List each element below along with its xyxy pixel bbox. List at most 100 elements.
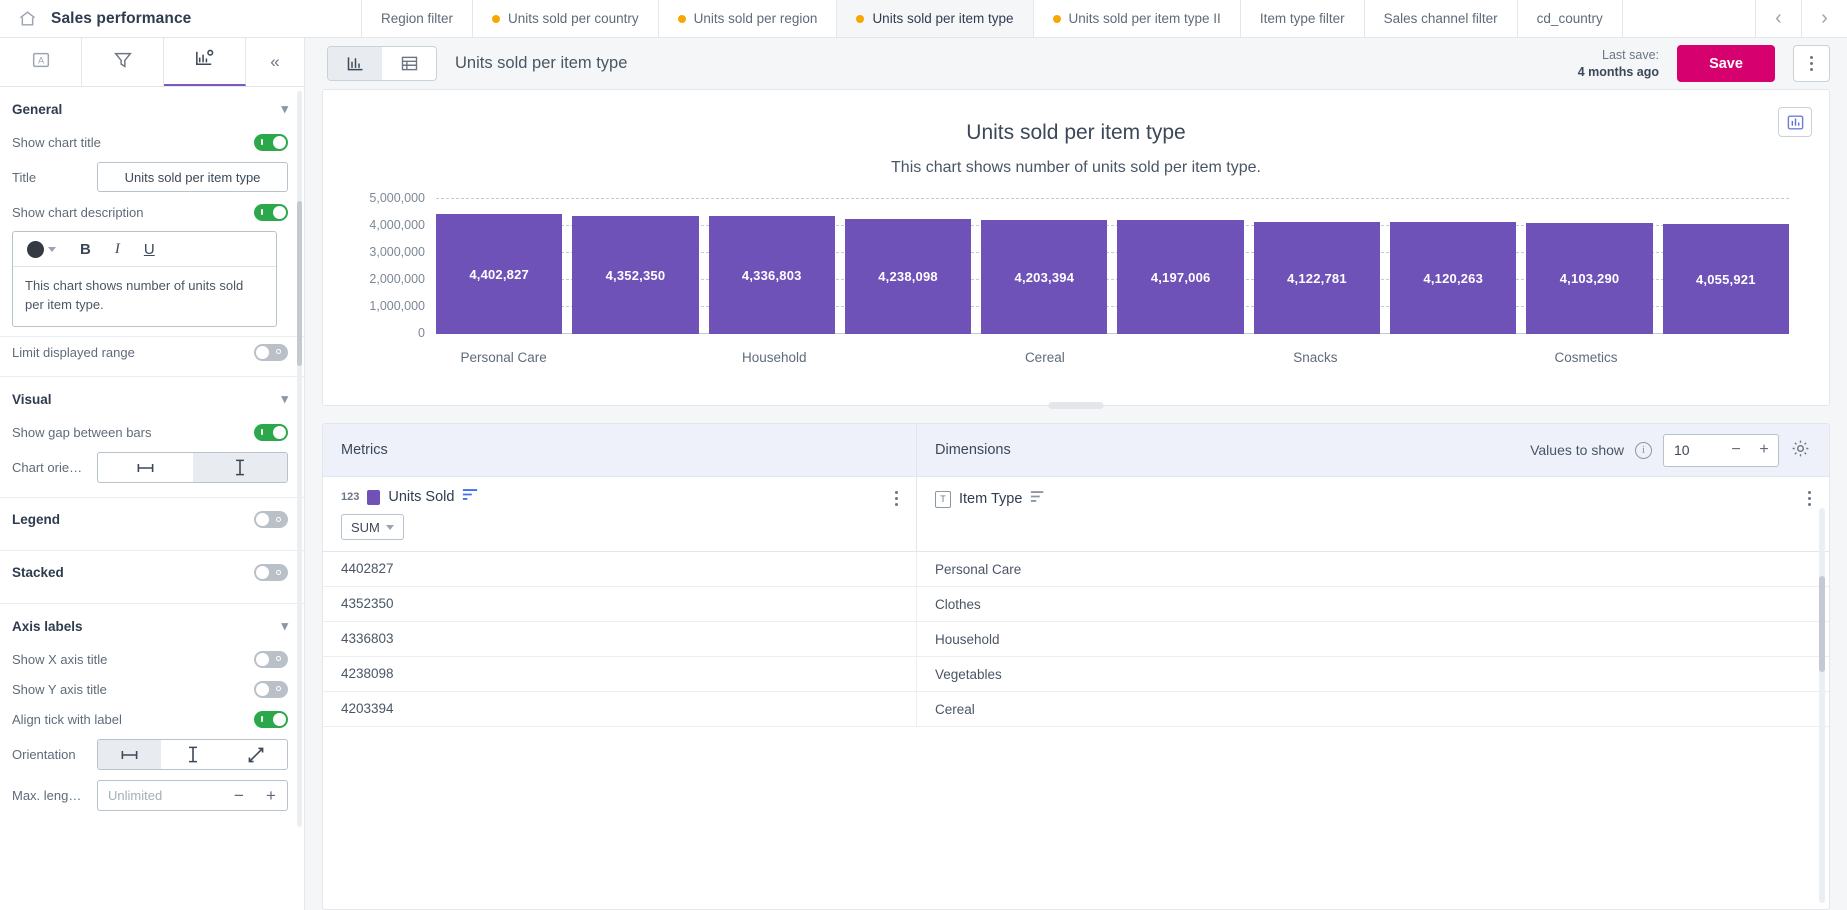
tab-cd-country[interactable]: cd_country: [1518, 0, 1623, 37]
aggregation-dropdown[interactable]: SUM: [341, 514, 404, 540]
orientation-horizontal-option[interactable]: [98, 453, 193, 482]
table-view-button[interactable]: [382, 47, 436, 80]
gear-icon[interactable]: [1790, 438, 1811, 462]
max-length-increment[interactable]: +: [255, 786, 287, 806]
show-chart-description-toggle[interactable]: [254, 204, 288, 221]
view-mode-segmented[interactable]: [327, 46, 437, 81]
bar-value-label: 4,203,394: [1015, 270, 1075, 285]
align-tick-toggle[interactable]: [254, 711, 288, 728]
bar[interactable]: 4,352,350: [572, 216, 698, 334]
x-tick-label: [1654, 350, 1789, 365]
legend-toggle[interactable]: [254, 511, 288, 528]
table-row[interactable]: 4203394 Cereal: [323, 692, 1829, 727]
metric-options-button[interactable]: [895, 491, 898, 506]
limit-displayed-range-toggle[interactable]: [254, 344, 288, 361]
tab-units-sold-per-item-type[interactable]: Units sold per item type: [837, 0, 1033, 37]
chart-orientation-segmented[interactable]: [97, 452, 288, 483]
more-options-button[interactable]: [1793, 45, 1830, 82]
table-row[interactable]: 4402827 Personal Care: [323, 552, 1829, 587]
tab-item-type-filter[interactable]: Item type filter: [1241, 0, 1365, 37]
italic-button[interactable]: I: [115, 241, 120, 258]
show-gap-toggle[interactable]: [254, 424, 288, 441]
tab-units-sold-per-country[interactable]: Units sold per country: [473, 0, 659, 37]
bold-button[interactable]: B: [80, 241, 91, 258]
dimension-field[interactable]: T Item Type: [935, 490, 1811, 508]
sidebar-scrollbar-thumb[interactable]: [297, 201, 302, 366]
bar[interactable]: 4,402,827: [436, 214, 562, 334]
cell-metric: 4238098: [323, 657, 917, 692]
bar-value-label: 4,120,263: [1423, 271, 1483, 286]
bar[interactable]: 4,336,803: [709, 216, 835, 334]
chart-type-badge[interactable]: [1778, 107, 1812, 137]
info-icon[interactable]: i: [1635, 442, 1652, 459]
sort-icon[interactable]: [1030, 490, 1046, 508]
stacked-toggle[interactable]: [254, 564, 288, 581]
sidebar-scrollbar[interactable]: [297, 91, 302, 827]
values-to-show-decrement[interactable]: −: [1722, 441, 1750, 459]
editor-toolbar: B I U: [13, 232, 276, 267]
tab-sales-channel-filter[interactable]: Sales channel filter: [1365, 0, 1518, 37]
orientation-vertical-option[interactable]: [193, 453, 288, 482]
tab-region-filter[interactable]: Region filter: [362, 0, 473, 37]
resize-handle[interactable]: [1049, 402, 1104, 409]
data-panel-scrollbar-thumb[interactable]: [1819, 576, 1825, 672]
bar[interactable]: 4,120,263: [1390, 222, 1516, 334]
row-stacked: Stacked: [0, 551, 304, 594]
values-to-show-input[interactable]: 10: [1664, 442, 1722, 458]
tab-label: Units sold per region: [694, 11, 818, 26]
section-visual[interactable]: Visual ▾: [0, 377, 304, 417]
axis-orientation-diagonal-option[interactable]: [224, 740, 287, 769]
chart-title-input[interactable]: Units sold per item type: [97, 162, 288, 192]
tab-units-sold-per-region[interactable]: Units sold per region: [659, 0, 838, 37]
section-general[interactable]: General ▾: [0, 87, 304, 127]
bar[interactable]: 4,122,781: [1254, 222, 1380, 334]
axis-orientation-horizontal-option[interactable]: [98, 740, 161, 769]
table-row[interactable]: 4238098 Vegetables: [323, 657, 1829, 692]
metric-field[interactable]: 123 Units Sold: [341, 488, 898, 506]
bar[interactable]: 4,203,394: [981, 220, 1107, 334]
main-toolbar: Units sold per item type Last save: 4 mo…: [305, 38, 1847, 89]
bar[interactable]: 4,103,290: [1526, 223, 1652, 334]
max-length-decrement[interactable]: −: [223, 786, 255, 806]
metric-name: Units Sold: [388, 489, 454, 505]
bar[interactable]: 4,197,006: [1117, 220, 1243, 334]
max-length-input[interactable]: Unlimited: [98, 788, 223, 803]
table-row[interactable]: 4352350 Clothes: [323, 587, 1829, 622]
save-button[interactable]: Save: [1677, 45, 1775, 82]
sidebar-tab-filter[interactable]: [82, 38, 164, 86]
description-text[interactable]: This chart shows number of units sold pe…: [13, 267, 276, 326]
description-editor[interactable]: B I U This chart shows number of units s…: [12, 231, 277, 327]
underline-button[interactable]: U: [144, 241, 155, 258]
dimension-options-button[interactable]: [1808, 491, 1811, 506]
bar[interactable]: 4,055,921: [1663, 224, 1789, 334]
sidebar-tab-text[interactable]: A: [0, 38, 82, 86]
values-to-show-increment[interactable]: +: [1750, 441, 1778, 459]
tabs-next-button[interactable]: ›: [1801, 0, 1847, 37]
sidebar-collapse-button[interactable]: «: [246, 38, 304, 86]
show-x-axis-title-toggle[interactable]: [254, 651, 288, 668]
chevron-down-icon: [48, 247, 56, 252]
chart-view-button[interactable]: [328, 47, 382, 80]
data-panel-scrollbar[interactable]: [1819, 508, 1825, 903]
sort-icon[interactable]: [462, 488, 478, 506]
tabs-prev-button[interactable]: ‹: [1755, 0, 1801, 37]
section-axis-labels[interactable]: Axis labels ▾: [0, 604, 304, 644]
tab-label: Units sold per item type II: [1069, 11, 1221, 26]
show-chart-title-toggle[interactable]: [254, 134, 288, 151]
text-color-picker[interactable]: [27, 241, 56, 258]
bar[interactable]: 4,238,098: [845, 219, 971, 334]
bar-series: 4,402,827 4,352,350 4,336,803 4,238,098 …: [436, 198, 1789, 334]
values-to-show-stepper[interactable]: 10 − +: [1663, 434, 1779, 467]
data-config-panel: Metrics Dimensions Values to show i 10 −…: [322, 423, 1830, 910]
row-max-length: Max. leng… Unlimited − +: [0, 775, 304, 816]
axis-orientation-segmented[interactable]: [97, 739, 288, 770]
show-y-axis-title-toggle[interactable]: [254, 681, 288, 698]
metric-color-swatch-icon[interactable]: [367, 490, 380, 505]
sidebar-tab-chart-settings[interactable]: [164, 38, 246, 86]
tab-units-sold-per-item-type-ii[interactable]: Units sold per item type II: [1034, 0, 1241, 37]
row-axis-orientation: Orientation: [0, 734, 304, 775]
table-row[interactable]: 4336803 Household: [323, 622, 1829, 657]
max-length-stepper[interactable]: Unlimited − +: [97, 780, 288, 811]
axis-orientation-vertical-option[interactable]: [161, 740, 224, 769]
home-icon[interactable]: [18, 9, 37, 28]
